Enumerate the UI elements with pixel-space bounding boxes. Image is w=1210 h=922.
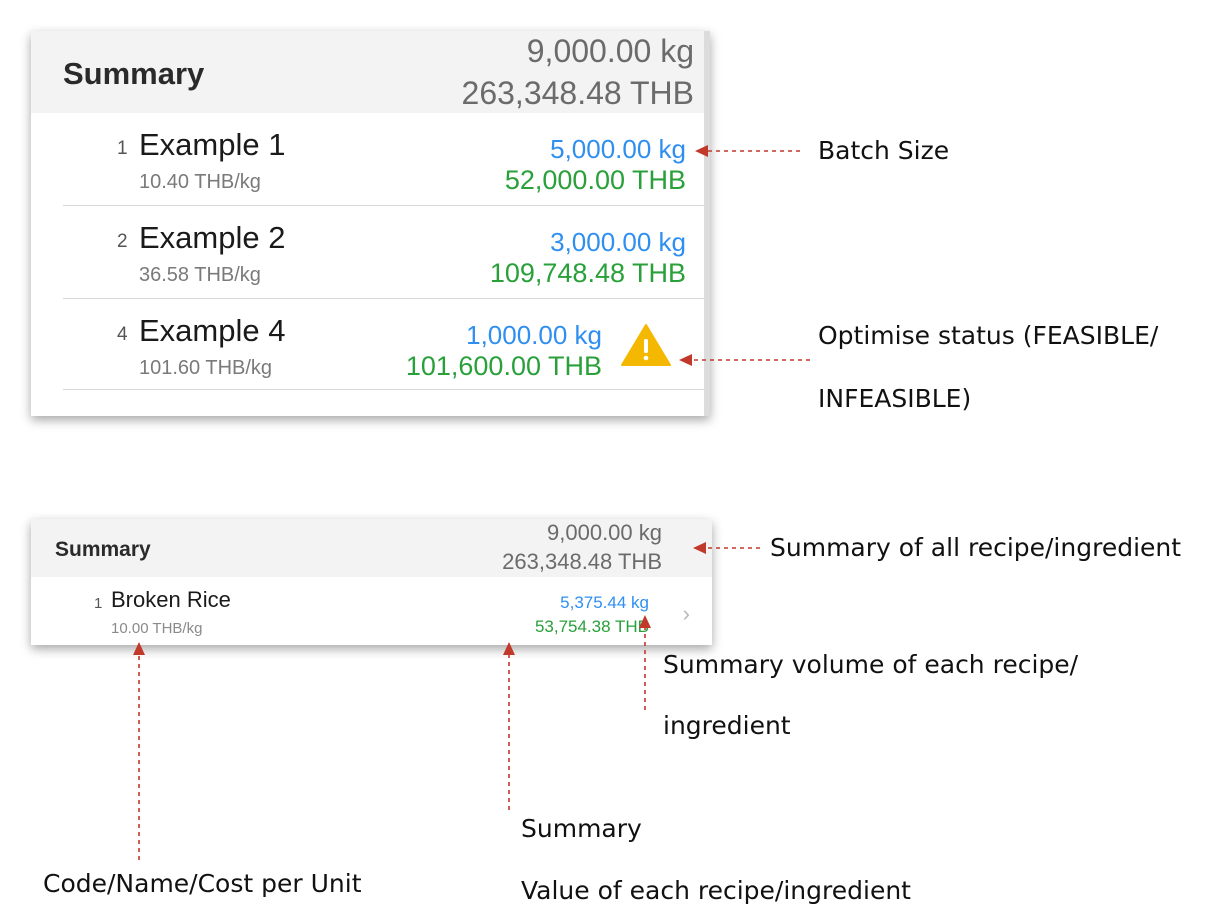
item-unit-cost: 10.40 THB/kg [139, 171, 261, 193]
annotation-summary-all: Summary of all recipe/ingredient [770, 533, 1182, 562]
list-item[interactable]: 2 Example 2 36.58 THB/kg 3,000.00 kg 109… [31, 206, 710, 299]
item-value: 53,754.38 THB [534, 617, 649, 636]
item-volume: 5,375.44 kg [560, 593, 649, 612]
item-unit-cost: 10.00 THB/kg [111, 620, 203, 637]
annotation-optimise-status-1: Optimise status (FEASIBLE/ [818, 321, 1159, 350]
list-item[interactable]: 1 Broken Rice 10.00 THB/kg 5,375.44 kg 5… [31, 577, 712, 645]
recipe-summary-panel: Summary 9,000.00 kg 263,348.48 THB 1 Exa… [31, 31, 710, 416]
item-code: 1 [94, 595, 103, 612]
item-name: Broken Rice [111, 587, 231, 612]
item-value: 101,600.00 THB [405, 351, 602, 381]
annotation-optimise-status-2: INFEASIBLE) [818, 384, 972, 413]
summary-total-cost: 263,348.48 THB [502, 549, 662, 574]
scrollbar[interactable] [704, 31, 710, 416]
summary-title: Summary [63, 56, 205, 91]
item-batch-size: 5,000.00 kg [550, 134, 686, 164]
item-code: 1 [117, 138, 128, 159]
item-code: 4 [117, 324, 128, 345]
summary-header: Summary 9,000.00 kg 263,348.48 THB [31, 31, 710, 113]
row-divider [63, 389, 704, 390]
item-name: Example 1 [139, 127, 286, 162]
annotation-summary-volume-2: ingredient [663, 711, 791, 740]
list-item[interactable]: 4 Example 4 101.60 THB/kg 1,000.00 kg 10… [31, 299, 710, 390]
summary-total-amount: 9,000.00 kg [547, 520, 662, 545]
list-item[interactable]: 1 Example 1 10.40 THB/kg 5,000.00 kg 52,… [31, 113, 710, 206]
summary-title: Summary [55, 538, 151, 561]
chevron-right-icon[interactable]: › [683, 601, 690, 627]
summary-header: Summary 9,000.00 kg 263,348.48 THB [31, 519, 712, 577]
item-batch-size: 3,000.00 kg [550, 227, 686, 257]
item-value: 109,748.48 THB [489, 258, 686, 288]
item-unit-cost: 101.60 THB/kg [139, 357, 273, 379]
warning-icon [621, 324, 671, 366]
item-batch-size: 1,000.00 kg [466, 320, 602, 350]
item-code: 2 [117, 231, 128, 252]
summary-total-amount: 9,000.00 kg [526, 33, 694, 69]
annotation-summary-value-2: Value of each recipe/ingredient [521, 876, 911, 905]
annotation-summary-volume-1: Summary volume of each recipe/ [663, 650, 1079, 679]
item-name: Example 2 [139, 220, 286, 255]
annotation-summary-value-1: Summary [521, 814, 642, 843]
item-unit-cost: 36.58 THB/kg [139, 264, 261, 286]
summary-total-cost: 263,348.48 THB [461, 75, 694, 111]
annotation-batch-size: Batch Size [818, 136, 950, 165]
annotation-code-name-cost: Code/Name/Cost per Unit [43, 869, 362, 898]
item-name: Example 4 [139, 313, 286, 348]
item-value: 52,000.00 THB [504, 165, 686, 195]
ingredient-summary-panel: Summary 9,000.00 kg 263,348.48 THB 1 Bro… [31, 519, 712, 645]
